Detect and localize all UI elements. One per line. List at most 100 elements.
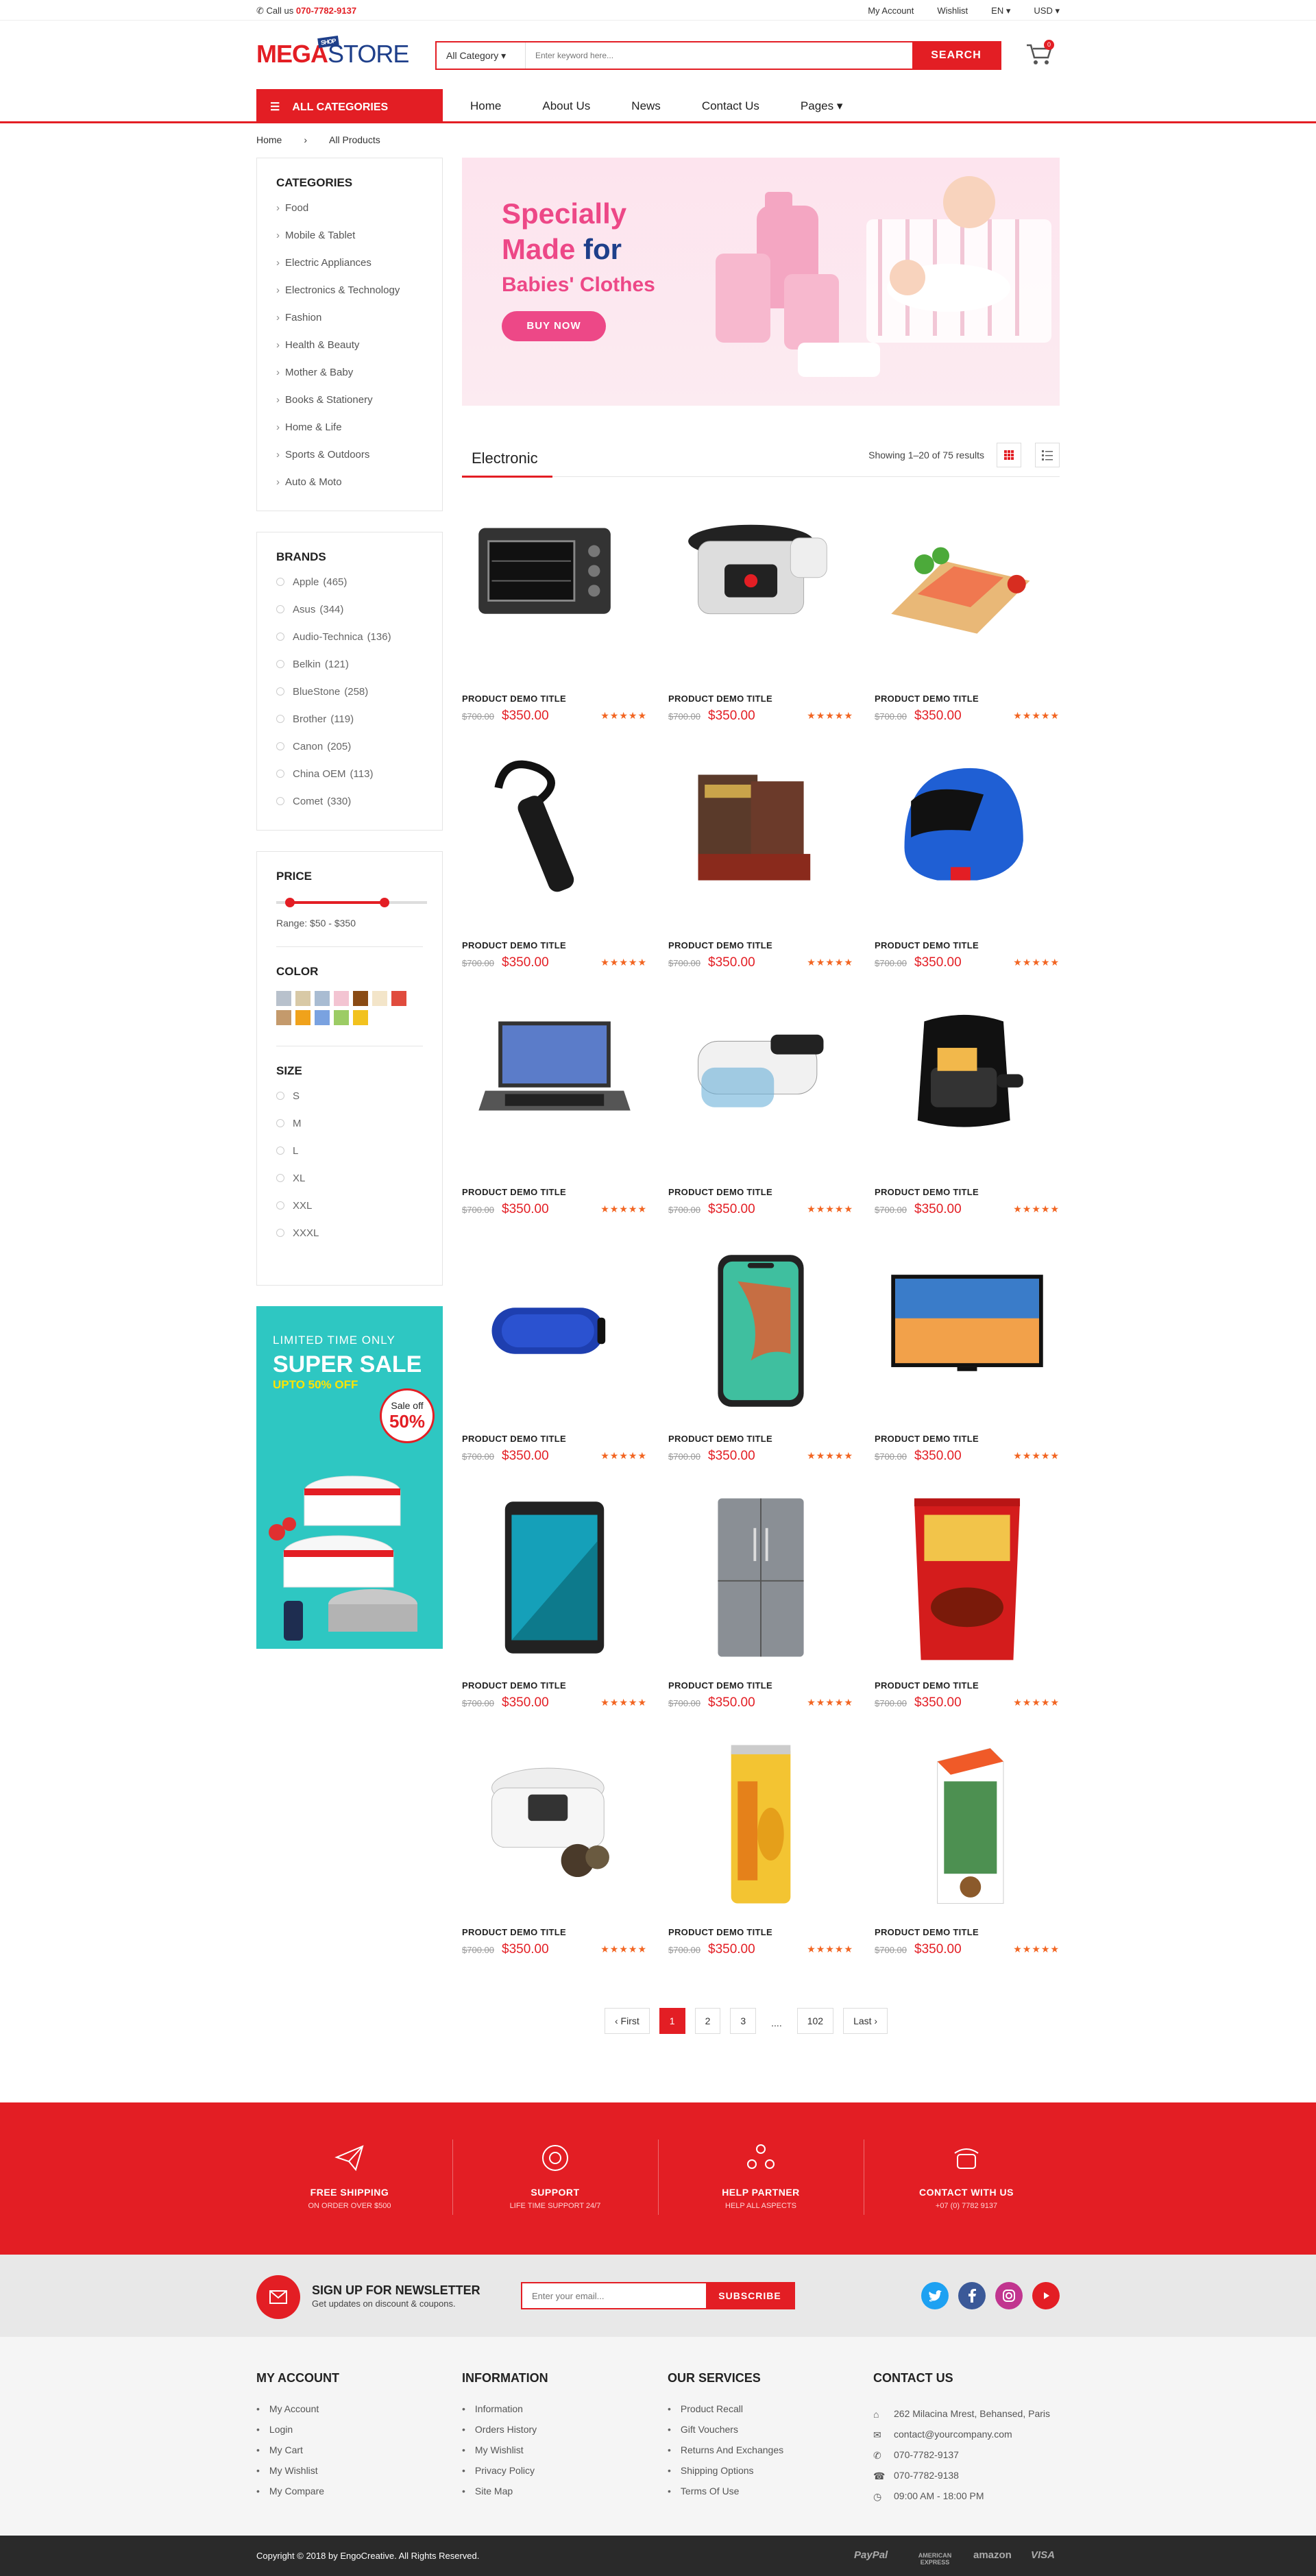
footer-info-link[interactable]: My Wishlist	[462, 2444, 548, 2465]
category-item[interactable]: Electronics & Technology	[276, 284, 423, 312]
facebook-icon[interactable]	[958, 2282, 986, 2309]
twitter-icon[interactable]	[921, 2282, 949, 2309]
category-item[interactable]: Mobile & Tablet	[276, 230, 423, 257]
footer-info-link[interactable]: Information	[462, 2403, 548, 2424]
brand-item[interactable]: Comet (330)	[276, 796, 423, 823]
nav-contact[interactable]: Contact Us	[702, 99, 759, 113]
color-swatch[interactable]	[334, 991, 349, 1006]
footer-service-link[interactable]: Product Recall	[668, 2403, 783, 2424]
nav-pages[interactable]: Pages ▾	[801, 99, 842, 113]
product-card[interactable]: PRODUCT DEMO TITLE $700.00 $350.00 ★★★★★	[875, 502, 1060, 728]
product-card[interactable]: PRODUCT DEMO TITLE $700.00 $350.00 ★★★★★	[668, 1488, 853, 1715]
price-slider[interactable]	[276, 896, 427, 909]
logo[interactable]: MEGA SHOP STORE	[256, 36, 409, 69]
page-button[interactable]: ‹ First	[605, 2008, 650, 2034]
super-sale-banner[interactable]: LIMITED TIME ONLY SUPER SALE UPTO 50% OF…	[256, 1306, 443, 1649]
color-swatch[interactable]	[276, 991, 291, 1006]
product-title[interactable]: PRODUCT DEMO TITLE	[875, 694, 979, 704]
product-title[interactable]: PRODUCT DEMO TITLE	[668, 1187, 772, 1197]
currency-select[interactable]: USD ▾	[1034, 5, 1060, 16]
color-swatch[interactable]	[315, 1010, 330, 1025]
all-categories-button[interactable]: ☰ ALL CATEGORIES	[256, 89, 443, 123]
product-title[interactable]: PRODUCT DEMO TITLE	[875, 1680, 979, 1691]
price-min-handle[interactable]	[284, 898, 295, 907]
coconut-carton-image[interactable]	[875, 1735, 1060, 1913]
color-swatch[interactable]	[353, 991, 368, 1006]
contact-email[interactable]: ✉ contact@yourcompany.com	[873, 2424, 1050, 2444]
language-select[interactable]: EN ▾	[991, 5, 1010, 16]
product-card[interactable]: PRODUCT DEMO TITLE $700.00 $350.00 ★★★★★	[668, 1242, 853, 1468]
category-select[interactable]: All Category ▾	[437, 42, 526, 69]
category-item[interactable]: Home & Life	[276, 421, 423, 449]
page-button[interactable]: 2	[694, 2008, 721, 2034]
color-swatch[interactable]	[315, 991, 330, 1006]
footer-account-link[interactable]: My Compare	[256, 2486, 339, 2506]
footer-account-link[interactable]: My Wishlist	[256, 2465, 339, 2486]
rice-cooker-image[interactable]	[462, 1735, 647, 1913]
nav-news[interactable]: News	[631, 99, 661, 113]
tv-image[interactable]	[875, 1242, 1060, 1420]
category-item[interactable]: Food	[276, 202, 423, 230]
footer-account-link[interactable]: Login	[256, 2424, 339, 2444]
footer-service-link[interactable]: Terms Of Use	[668, 2486, 783, 2506]
radio-button[interactable]	[276, 605, 284, 613]
color-swatch[interactable]	[353, 1010, 368, 1025]
product-card[interactable]: PRODUCT DEMO TITLE $700.00 $350.00 ★★★★★	[875, 995, 1060, 1221]
category-item[interactable]: Health & Beauty	[276, 339, 423, 367]
product-title[interactable]: PRODUCT DEMO TITLE	[462, 1187, 566, 1197]
color-swatch[interactable]	[391, 991, 406, 1006]
product-title[interactable]: PRODUCT DEMO TITLE	[462, 1927, 566, 1937]
contact-fax[interactable]: ☎ 070-7782-9138	[873, 2465, 1050, 2486]
radio-button[interactable]	[276, 633, 284, 641]
grid-view-button[interactable]	[997, 443, 1021, 467]
vr-headset-image[interactable]	[668, 995, 853, 1173]
radio-button[interactable]	[276, 797, 284, 805]
brand-item[interactable]: Asus (344)	[276, 604, 423, 631]
color-swatch[interactable]	[372, 991, 387, 1006]
radio-button[interactable]	[276, 1146, 284, 1155]
radio-button[interactable]	[276, 1229, 284, 1237]
snack-bag-image[interactable]	[875, 1488, 1060, 1667]
size-item[interactable]: XXXL	[276, 1227, 423, 1255]
list-view-button[interactable]	[1035, 443, 1060, 467]
radio-button[interactable]	[276, 715, 284, 723]
price-max-handle[interactable]	[380, 898, 390, 907]
contact-phone[interactable]: ✆ 070-7782-9137	[873, 2444, 1050, 2465]
product-title[interactable]: PRODUCT DEMO TITLE	[462, 940, 566, 950]
category-item[interactable]: Auto & Moto	[276, 476, 423, 504]
product-title[interactable]: PRODUCT DEMO TITLE	[668, 1927, 772, 1937]
footer-account-link[interactable]: My Account	[256, 2403, 339, 2424]
category-item[interactable]: Mother & Baby	[276, 367, 423, 394]
page-button[interactable]: 102	[796, 2008, 834, 2034]
toaster-oven-image[interactable]	[462, 502, 647, 680]
footer-info-link[interactable]: Privacy Policy	[462, 2465, 548, 2486]
product-card[interactable]: PRODUCT DEMO TITLE $700.00 $350.00 ★★★★★	[462, 502, 647, 728]
instagram-icon[interactable]	[995, 2282, 1023, 2309]
radio-button[interactable]	[276, 660, 284, 668]
product-card[interactable]: PRODUCT DEMO TITLE $700.00 $350.00 ★★★★★	[462, 1488, 647, 1715]
phone-number[interactable]: 070-7782-9137	[296, 5, 356, 16]
color-swatch[interactable]	[295, 1010, 310, 1025]
footer-service-link[interactable]: Returns And Exchanges	[668, 2444, 783, 2465]
brand-item[interactable]: BlueStone (258)	[276, 686, 423, 713]
salmon-image[interactable]	[875, 502, 1060, 680]
category-item[interactable]: Fashion	[276, 312, 423, 339]
mango-can-image[interactable]	[668, 1735, 853, 1913]
product-card[interactable]: PRODUCT DEMO TITLE $700.00 $350.00 ★★★★★	[462, 995, 647, 1221]
size-item[interactable]: L	[276, 1145, 423, 1173]
laptop-image[interactable]	[462, 995, 647, 1173]
my-account-link[interactable]: My Account	[868, 5, 914, 16]
product-card[interactable]: PRODUCT DEMO TITLE $700.00 $350.00 ★★★★★	[462, 748, 647, 974]
product-card[interactable]: PRODUCT DEMO TITLE $700.00 $350.00 ★★★★★	[462, 1735, 647, 1961]
product-card[interactable]: PRODUCT DEMO TITLE $700.00 $350.00 ★★★★★	[668, 995, 853, 1221]
radio-button[interactable]	[276, 1174, 284, 1182]
speaker-image[interactable]	[462, 1242, 647, 1420]
product-title[interactable]: PRODUCT DEMO TITLE	[462, 1434, 566, 1444]
refrigerator-image[interactable]	[668, 1488, 853, 1667]
product-title[interactable]: PRODUCT DEMO TITLE	[875, 1927, 979, 1937]
product-title[interactable]: PRODUCT DEMO TITLE	[875, 940, 979, 950]
size-item[interactable]: M	[276, 1118, 423, 1145]
helmet-image[interactable]	[875, 748, 1060, 927]
footer-account-link[interactable]: My Cart	[256, 2444, 339, 2465]
smartphone-image[interactable]	[668, 1242, 853, 1420]
